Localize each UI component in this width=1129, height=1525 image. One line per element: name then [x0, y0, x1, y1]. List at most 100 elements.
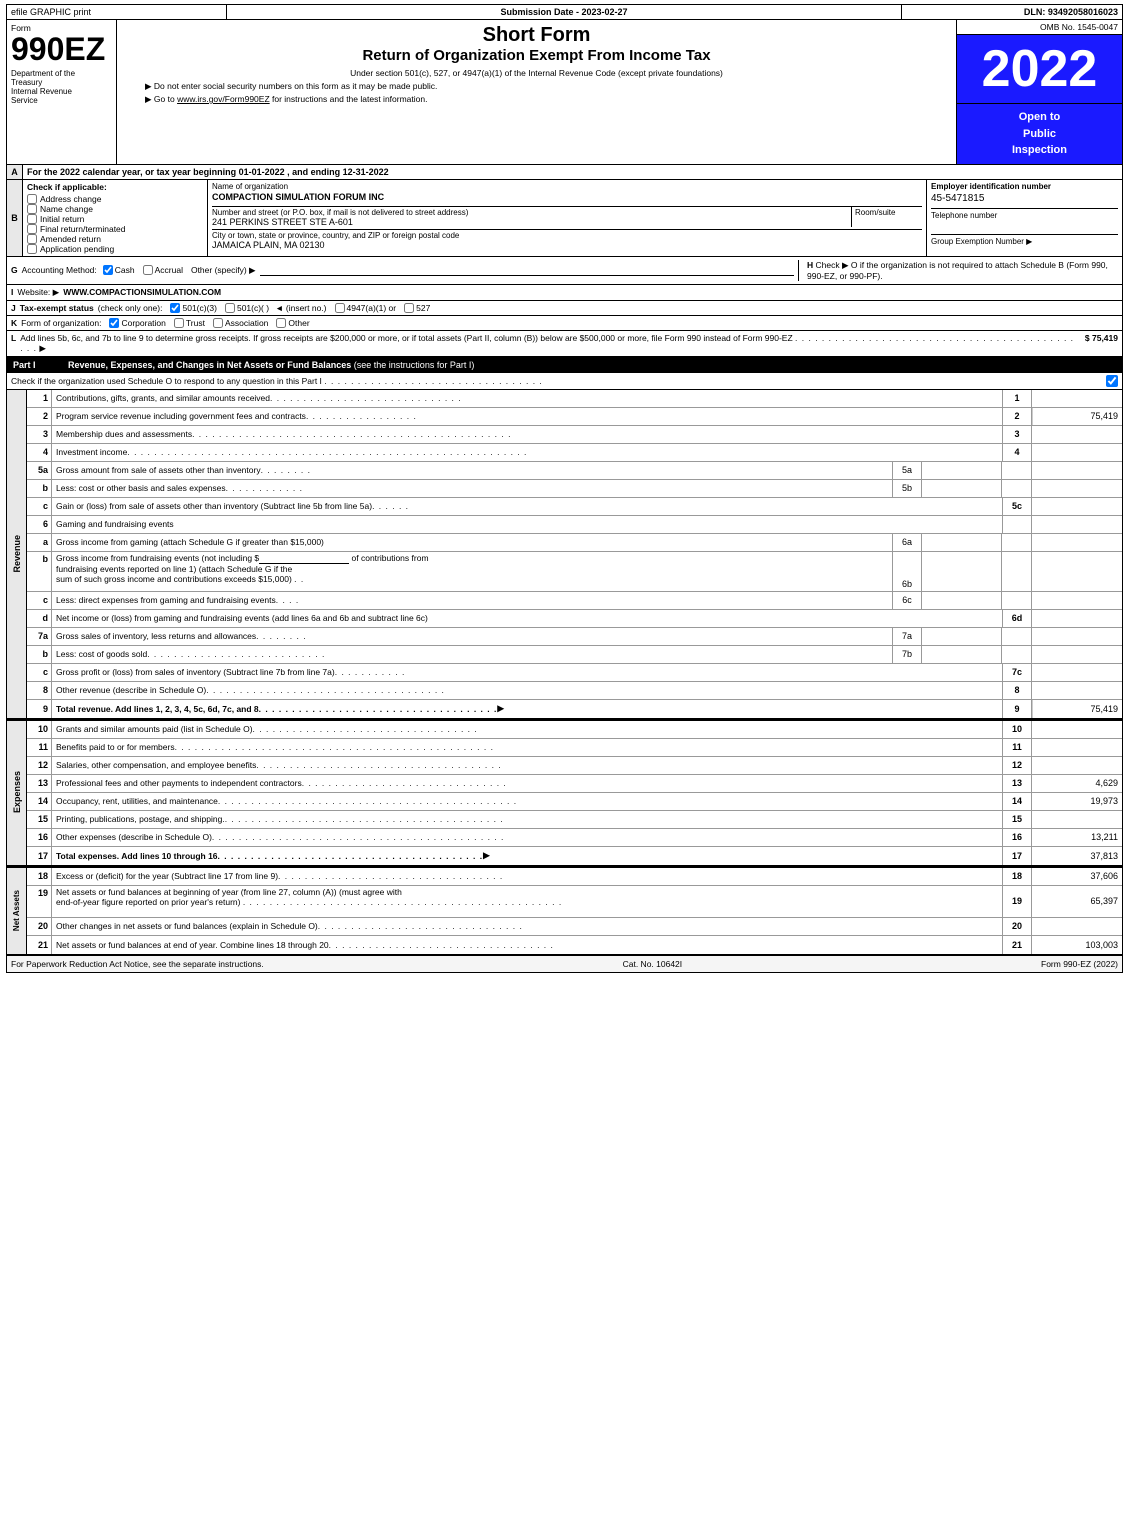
row15-line: 15: [1002, 811, 1032, 828]
section-a-label: A: [7, 165, 23, 179]
row11-desc: Benefits paid to or for members . . . . …: [52, 739, 1002, 756]
row5a-desc: Gross amount from sale of assets other t…: [52, 462, 892, 479]
accounting-method-label: Accounting Method:: [22, 265, 97, 275]
501c-option[interactable]: 501(c)( ): [225, 303, 269, 313]
check-application-pending[interactable]: Application pending: [27, 244, 203, 254]
row1-num: 1: [27, 390, 52, 407]
other-org-option[interactable]: Other: [276, 318, 309, 328]
subtitle2: ▶ Do not enter social security numbers o…: [125, 81, 948, 92]
dept2: Treasury: [11, 78, 112, 87]
501c3-checkbox[interactable]: [170, 303, 180, 313]
501c3-option[interactable]: 501(c)(3): [170, 303, 216, 313]
row5a-sub: 5a: [892, 462, 922, 479]
row7c-line: 7c: [1002, 664, 1032, 681]
row15-desc: Printing, publications, postage, and shi…: [52, 811, 1002, 828]
row6c-num: c: [27, 592, 52, 609]
row7b-value: [1032, 646, 1122, 663]
calendar-year-text: For the 2022 calendar year, or tax year …: [23, 165, 1122, 179]
name-change-checkbox[interactable]: [27, 204, 37, 214]
schedule-o-checkbox[interactable]: [1106, 375, 1118, 387]
section-i-label: I: [11, 287, 13, 297]
row2-line: 2: [1002, 408, 1032, 425]
row6b-desc: Gross income from fundraising events (no…: [52, 552, 892, 591]
row12-desc: Salaries, other compensation, and employ…: [52, 757, 1002, 774]
row13-num: 13: [27, 775, 52, 792]
row21-line: 21: [1002, 936, 1032, 954]
row6d-line: 6d: [1002, 610, 1032, 627]
part1-title: Revenue, Expenses, and Changes in Net As…: [68, 360, 1116, 370]
527-checkbox[interactable]: [404, 303, 414, 313]
accrual-option[interactable]: Accrual: [143, 265, 183, 275]
501c-checkbox[interactable]: [225, 303, 235, 313]
row5c-line: 5c: [1002, 498, 1032, 515]
initial-return-checkbox[interactable]: [27, 214, 37, 224]
row5a-value: [1032, 462, 1122, 479]
accrual-checkbox[interactable]: [143, 265, 153, 275]
check-name-change[interactable]: Name change: [27, 204, 203, 214]
public-inspection-label: Open toPublicInspection: [957, 104, 1122, 164]
footer-form-ref: Form 990-EZ (2022): [1041, 959, 1118, 969]
corporation-checkbox[interactable]: [109, 318, 119, 328]
section-l-value: $ 75,419: [1085, 333, 1118, 343]
subtitle1: Under section 501(c), 527, or 4947(a)(1)…: [125, 68, 948, 78]
row9-num: 9: [27, 700, 52, 718]
submission-date: Submission Date - 2023-02-27: [227, 5, 902, 19]
address-label: Number and street (or P.O. box, if mail …: [212, 208, 851, 217]
4947a-checkbox[interactable]: [335, 303, 345, 313]
row6a-value: [1032, 534, 1122, 551]
row21-num: 21: [27, 936, 52, 954]
row7a-desc: Gross sales of inventory, less returns a…: [52, 628, 892, 645]
row8-num: 8: [27, 682, 52, 699]
row6b-line: [1002, 552, 1032, 591]
cash-checkbox[interactable]: [103, 265, 113, 275]
row7a-value: [1032, 628, 1122, 645]
row7a-num: 7a: [27, 628, 52, 645]
net-assets-side-label: Net Assets: [12, 890, 21, 931]
row7b-line: [1002, 646, 1032, 663]
row4-line: 4: [1002, 444, 1032, 461]
row5b-subval: [922, 480, 1002, 497]
row7b-sub: 7b: [892, 646, 922, 663]
row7c-desc: Gross profit or (loss) from sales of inv…: [52, 664, 1002, 681]
org-name-value: COMPACTION SIMULATION FORUM INC: [212, 192, 922, 202]
amended-return-checkbox[interactable]: [27, 234, 37, 244]
4947a-option[interactable]: 4947(a)(1) or: [335, 303, 397, 313]
row8-line: 8: [1002, 682, 1032, 699]
address-change-checkbox[interactable]: [27, 194, 37, 204]
row20-num: 20: [27, 918, 52, 935]
section-j-label: J: [11, 303, 16, 313]
row9-line: 9: [1002, 700, 1032, 718]
row21-value: 103,003: [1032, 936, 1122, 954]
trust-option[interactable]: Trust: [174, 318, 205, 328]
row17-num: 17: [27, 847, 52, 865]
row12-num: 12: [27, 757, 52, 774]
527-option[interactable]: 527: [404, 303, 430, 313]
final-return-checkbox[interactable]: [27, 224, 37, 234]
check-amended-return[interactable]: Amended return: [27, 234, 203, 244]
association-checkbox[interactable]: [213, 318, 223, 328]
row5b-sub: 5b: [892, 480, 922, 497]
trust-checkbox[interactable]: [174, 318, 184, 328]
row6-desc: Gaming and fundraising events: [52, 516, 1002, 533]
row19-desc: Net assets or fund balances at beginning…: [52, 886, 1002, 917]
cash-option[interactable]: Cash: [103, 265, 135, 275]
check-final-return[interactable]: Final return/terminated: [27, 224, 203, 234]
check-initial-return[interactable]: Initial return: [27, 214, 203, 224]
row4-num: 4: [27, 444, 52, 461]
row6-num: 6: [27, 516, 52, 533]
row11-num: 11: [27, 739, 52, 756]
row5b-value: [1032, 480, 1122, 497]
footer-paperwork: For Paperwork Reduction Act Notice, see …: [11, 959, 264, 969]
section-k-label: K: [11, 318, 17, 328]
row6-line: [1002, 516, 1032, 533]
row13-value: 4,629: [1032, 775, 1122, 792]
dln-number: DLN: 93492058016023: [902, 5, 1122, 19]
association-option[interactable]: Association: [213, 318, 268, 328]
other-org-checkbox[interactable]: [276, 318, 286, 328]
subtitle3: ▶ Go to www.irs.gov/Form990EZ for instru…: [125, 94, 948, 105]
row6c-desc: Less: direct expenses from gaming and fu…: [52, 592, 892, 609]
check-address-change[interactable]: Address change: [27, 194, 203, 204]
application-pending-checkbox[interactable]: [27, 244, 37, 254]
row14-line: 14: [1002, 793, 1032, 810]
corporation-option[interactable]: Corporation: [109, 318, 165, 328]
